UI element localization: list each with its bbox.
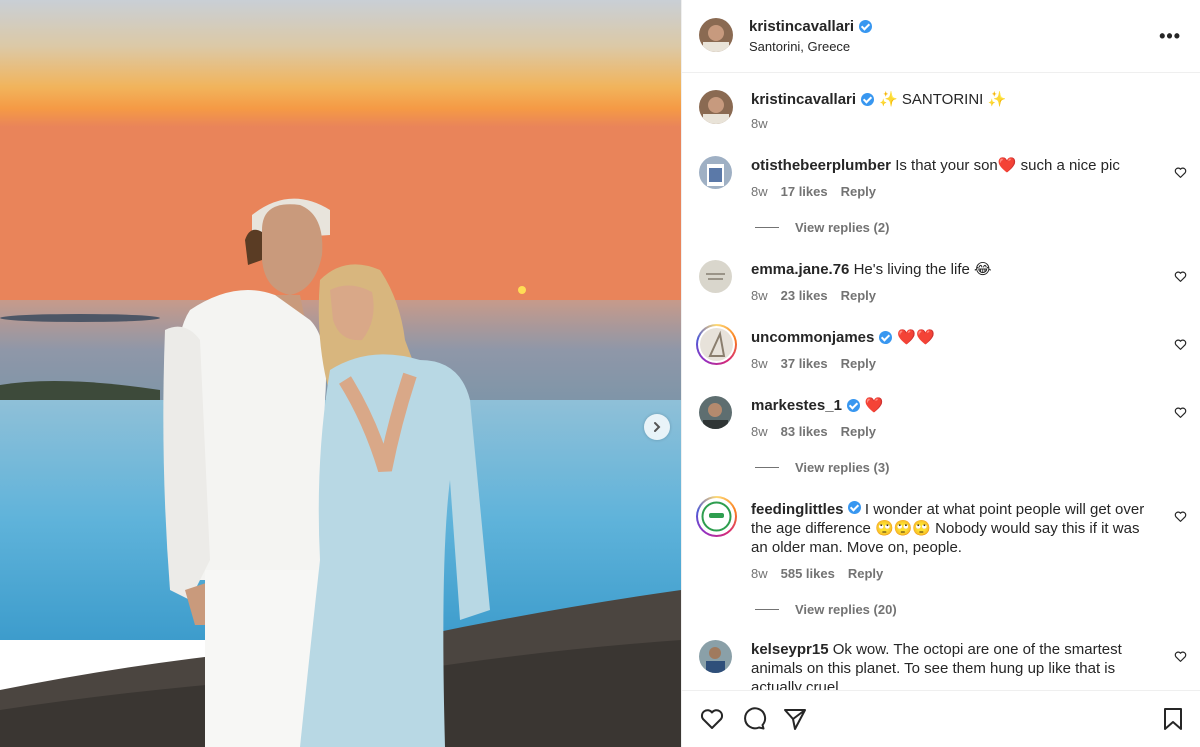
comment-username[interactable]: feedinglittles: [751, 501, 844, 518]
comment-meta: 8w 585 likes Reply: [751, 566, 883, 581]
reply-button[interactable]: Reply: [841, 184, 876, 199]
comment-text: He's living the life 😂: [853, 261, 992, 278]
like-comment-icon[interactable]: [1174, 338, 1187, 351]
post-actions: [682, 690, 1200, 747]
author-avatar[interactable]: [699, 18, 733, 52]
sunset-photo: [0, 0, 681, 747]
commenter-avatar[interactable]: [699, 260, 732, 293]
comment-likes[interactable]: 17 likes: [781, 184, 828, 199]
caption-username[interactable]: kristincavallari: [751, 90, 856, 109]
like-comment-icon[interactable]: [1174, 650, 1187, 663]
comment-text: ❤️❤️: [897, 329, 935, 346]
share-icon[interactable]: [782, 706, 808, 732]
like-comment-icon[interactable]: [1174, 510, 1187, 523]
commenter-avatar[interactable]: [700, 328, 733, 361]
post-photo[interactable]: [0, 0, 681, 747]
author-username[interactable]: kristincavallari: [749, 18, 854, 35]
caption-text: ✨ SANTORINI ✨: [879, 91, 1007, 108]
chevron-right-icon: [654, 422, 661, 432]
verified-icon: [861, 93, 875, 106]
divider-line: [755, 609, 779, 610]
comments-list[interactable]: kristincavallari ✨ SANTORINI ✨ 8w otisth…: [682, 74, 1200, 690]
view-replies-button[interactable]: View replies (3): [755, 460, 889, 475]
verified-icon: [859, 20, 873, 33]
comment-meta: 8w 83 likes Reply: [751, 424, 876, 439]
comment-text: ❤️: [864, 397, 884, 414]
comment-meta: 8w 37 likes Reply: [751, 356, 876, 371]
like-comment-icon[interactable]: [1174, 406, 1187, 419]
comment-username[interactable]: kelseypr15: [751, 641, 829, 658]
commenter-avatar[interactable]: [699, 396, 732, 429]
comment-username[interactable]: otisthebeerplumber: [751, 157, 891, 174]
comment-likes[interactable]: 23 likes: [781, 288, 828, 303]
view-replies-label: View replies (2): [795, 220, 890, 235]
comment-meta: 8w 17 likes Reply: [751, 184, 876, 199]
save-icon[interactable]: [1160, 706, 1186, 732]
commenter-avatar[interactable]: [699, 156, 732, 189]
reply-button[interactable]: Reply: [841, 356, 876, 371]
comment-time[interactable]: 8w: [751, 424, 768, 439]
comment-username[interactable]: markestes_1: [751, 396, 842, 415]
reply-button[interactable]: Reply: [848, 566, 883, 581]
comment-time[interactable]: 8w: [751, 288, 768, 303]
like-comment-icon[interactable]: [1174, 166, 1187, 179]
reply-button[interactable]: Reply: [841, 424, 876, 439]
reply-button[interactable]: Reply: [841, 288, 876, 303]
divider-line: [755, 227, 779, 228]
comment-likes[interactable]: 585 likes: [781, 566, 835, 581]
view-replies-label: View replies (3): [795, 460, 890, 475]
next-photo-button[interactable]: [644, 414, 670, 440]
comment-time[interactable]: 8w: [751, 184, 768, 199]
verified-icon: [879, 331, 893, 344]
verified-icon: [847, 501, 861, 514]
comment-username[interactable]: emma.jane.76: [751, 261, 849, 278]
caption-meta: 8w: [751, 116, 768, 131]
view-replies-button[interactable]: View replies (20): [755, 602, 897, 617]
view-replies-label: View replies (20): [795, 602, 897, 617]
post-header: kristincavallari Santorini, Greece •••: [682, 0, 1200, 73]
divider-line: [755, 467, 779, 468]
comment-time[interactable]: 8w: [751, 566, 768, 581]
author-username-row[interactable]: kristincavallari: [749, 18, 873, 35]
more-options-button[interactable]: •••: [1159, 26, 1181, 47]
comment-text: Is that your son❤️ such a nice pic: [895, 157, 1120, 174]
comment-meta: 8w 23 likes Reply: [751, 288, 876, 303]
commenter-avatar[interactable]: [699, 640, 732, 673]
comment-likes[interactable]: 83 likes: [781, 424, 828, 439]
caption-time[interactable]: 8w: [751, 116, 768, 131]
comment-icon[interactable]: [741, 706, 767, 732]
comment-time[interactable]: 8w: [751, 356, 768, 371]
commenter-avatar[interactable]: [700, 500, 733, 533]
verified-icon: [846, 399, 860, 412]
author-avatar[interactable]: [699, 90, 733, 124]
comment-likes[interactable]: 37 likes: [781, 356, 828, 371]
post-sidebar: kristincavallari Santorini, Greece ••• k…: [681, 0, 1200, 747]
view-replies-button[interactable]: View replies (2): [755, 220, 889, 235]
like-comment-icon[interactable]: [1174, 270, 1187, 283]
post-location[interactable]: Santorini, Greece: [749, 39, 850, 54]
comment-username[interactable]: uncommonjames: [751, 328, 874, 347]
like-icon[interactable]: [699, 706, 725, 732]
